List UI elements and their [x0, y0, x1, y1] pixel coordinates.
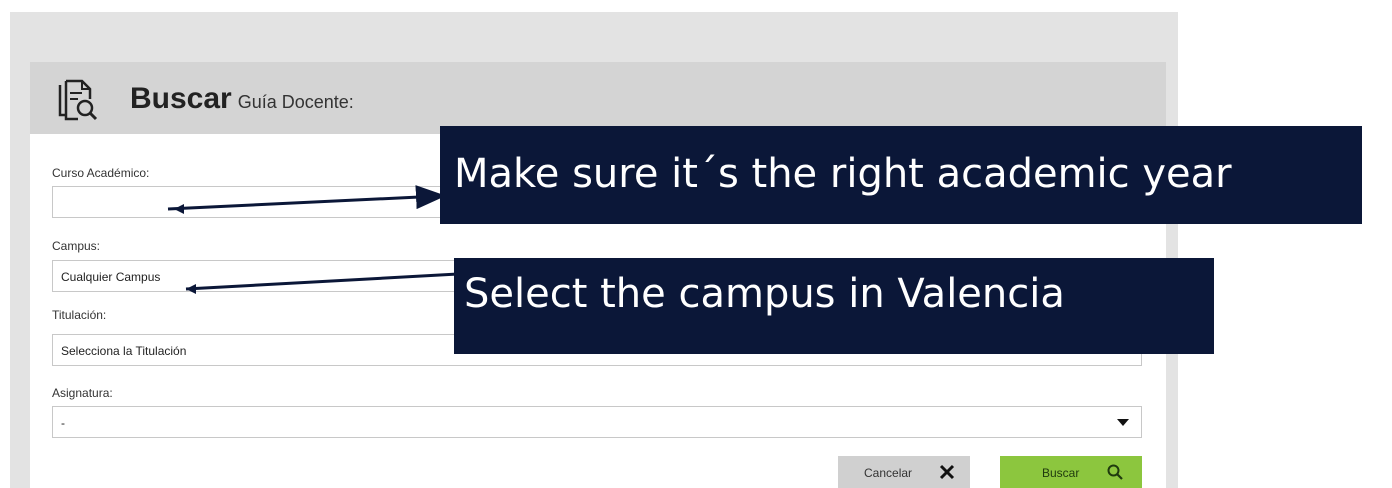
search-icon	[1107, 464, 1123, 480]
cancel-button-label: Cancelar	[864, 466, 913, 480]
document-search-icon	[58, 79, 98, 121]
asignatura-select[interactable]: -	[52, 406, 1142, 438]
search-button-label: Buscar	[1042, 466, 1080, 480]
curso-label: Curso Académico:	[52, 166, 150, 180]
page-title-main: Buscar	[130, 82, 232, 115]
search-button[interactable]: Buscar	[1000, 456, 1142, 488]
callout-academic-year: Make sure it´s the right academic year	[440, 126, 1362, 224]
close-icon	[939, 464, 955, 480]
page-title: Buscar Guía Docente:	[130, 82, 354, 116]
cancel-button[interactable]: Cancelar	[838, 456, 970, 488]
titulacion-label: Titulación:	[52, 308, 107, 322]
panel-header: Buscar Guía Docente:	[30, 62, 1166, 134]
page-subtitle: Guía Docente:	[237, 92, 354, 112]
callout-campus: Select the campus in Valencia	[454, 258, 1214, 354]
asignatura-value: -	[61, 416, 65, 430]
chevron-down-icon[interactable]	[1117, 419, 1129, 426]
campus-label: Campus:	[52, 239, 101, 253]
asignatura-label: Asignatura:	[52, 386, 113, 400]
